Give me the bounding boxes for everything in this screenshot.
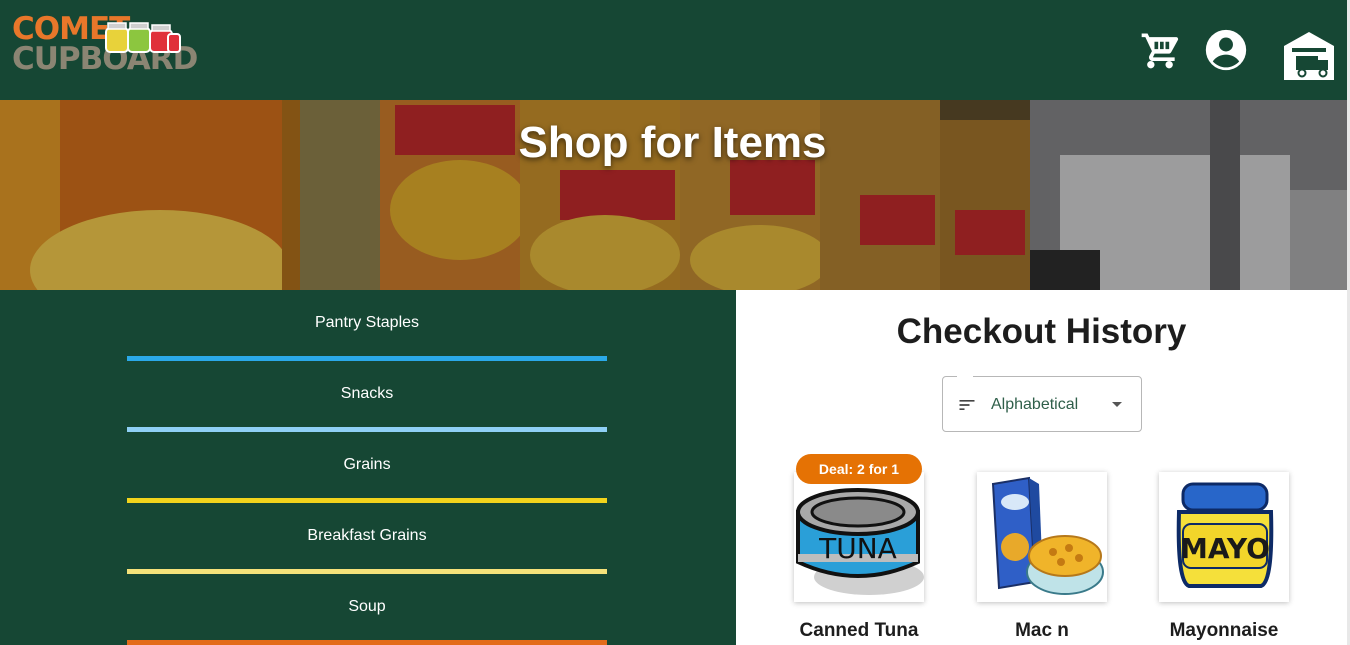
product-image-tile[interactable]: TUNA xyxy=(794,472,924,602)
category-label: Breakfast Grains xyxy=(307,527,427,544)
category-label: Pantry Staples xyxy=(314,314,420,331)
svg-text:MAYO: MAYO xyxy=(1180,532,1270,565)
product-name: Mac n xyxy=(1015,620,1069,641)
category-item-pantry-staples[interactable]: Pantry Staples xyxy=(127,290,607,361)
sort-select[interactable]: Alphabetical xyxy=(942,375,1142,432)
sort-icon xyxy=(959,400,975,410)
category-item-snacks[interactable]: Snacks xyxy=(127,361,607,432)
category-underline xyxy=(127,640,607,645)
category-list: Pantry Staples Snacks Grains Breakfast G… xyxy=(0,290,736,645)
warehouse-delivery-icon[interactable] xyxy=(1282,28,1336,82)
product-image-tile[interactable]: MAYO xyxy=(1159,472,1289,602)
select-notch xyxy=(957,375,973,379)
checkout-history-title: Checkout History xyxy=(896,312,1187,351)
mac-and-cheese-icon xyxy=(991,476,1104,595)
sort-selected-value: Alphabetical xyxy=(991,396,1079,413)
category-label: Snacks xyxy=(340,385,394,402)
checkout-history-panel: Checkout History Alphabetical TUNA Canne… xyxy=(736,290,1347,645)
product-name: Mayonnaise xyxy=(1169,620,1279,641)
app-header: COMET CUPBOARD xyxy=(0,0,1350,100)
product-name: Canned Tuna xyxy=(799,620,919,641)
page-title: Shop for Items xyxy=(518,118,827,167)
category-item-soup[interactable]: Soup xyxy=(127,574,607,645)
product-image-tile[interactable] xyxy=(977,472,1107,602)
cart-icon[interactable] xyxy=(1138,28,1182,72)
chevron-down-icon xyxy=(1112,402,1122,407)
category-label: Grains xyxy=(343,456,391,473)
category-item-breakfast-grains[interactable]: Breakfast Grains xyxy=(127,503,607,574)
category-label: Soup xyxy=(348,598,386,615)
deal-badge: Deal: 2 for 1 xyxy=(796,454,922,484)
tuna-can-icon: TUNA xyxy=(796,488,924,595)
svg-text:TUNA: TUNA xyxy=(818,532,897,565)
account-icon[interactable] xyxy=(1204,28,1248,72)
comet-cupboard-logo[interactable]: COMET CUPBOARD xyxy=(12,14,198,84)
category-item-grains[interactable]: Grains xyxy=(127,432,607,503)
jars-icon xyxy=(105,22,181,53)
mayo-jar-icon: MAYO xyxy=(1176,482,1274,588)
hero-banner: Shop for Items xyxy=(0,100,1350,290)
